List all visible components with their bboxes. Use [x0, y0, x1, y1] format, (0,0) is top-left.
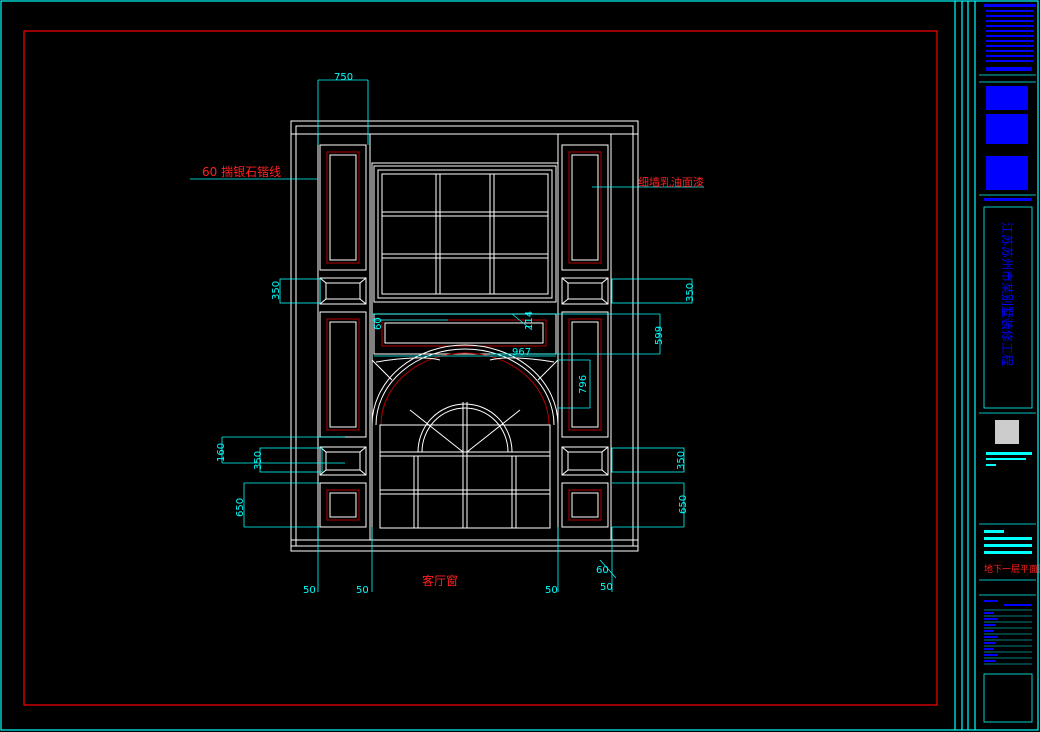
dim-bottom-50-1: 50 [303, 585, 316, 596]
dim-left-350-upper: 350 [271, 281, 282, 300]
dim-bottom-50-2: 50 [356, 585, 369, 596]
dim-right-350-upper: 350 [685, 283, 696, 302]
dim-right-650: 650 [678, 495, 689, 514]
title-block-bottom-box [983, 673, 1033, 723]
label-view-title: 客厅窗 [422, 573, 458, 588]
arched-window [371, 344, 559, 529]
dim-bottom-50-3: 50 [545, 585, 558, 596]
dim-left-350-lower: 350 [253, 451, 264, 470]
red-border [23, 30, 938, 706]
dimension-text: 750 350 350 60 114 599 967 796 160 350 3… [216, 72, 696, 596]
project-name: 江苏苏州市某别墅装修工程 [1000, 222, 1015, 366]
dim-bottom-50-4: 50 [600, 582, 613, 593]
cad-drawing-canvas: 750 350 350 60 114 599 967 796 160 350 3… [0, 0, 1040, 731]
dimension-lines [190, 79, 704, 592]
dim-160: 160 [216, 443, 227, 462]
dim-796: 796 [578, 375, 589, 394]
dim-599: 599 [654, 326, 665, 345]
dim-left-650: 650 [235, 498, 246, 517]
red-labels: 60 揣银石锴线 细墙乳油面漆 客厅窗 [202, 164, 704, 588]
window-elevation [290, 120, 639, 552]
title-block: 江苏苏州市某别墅装修工程 地下一层平面图 [979, 4, 1040, 723]
label-wall-paint: 细墙乳油面漆 [638, 175, 704, 189]
dim-top-width: 750 [334, 72, 353, 83]
title-block-text-lines [984, 4, 1036, 201]
dim-right-350-lower: 350 [676, 451, 687, 470]
title-block-table [984, 600, 1032, 662]
dim-114: 114 [524, 311, 535, 330]
dim-60: 60 [373, 317, 384, 330]
dim-bottom-60: 60 [596, 565, 609, 576]
drawing-name: 地下一层平面图 [984, 563, 1040, 575]
right-pilaster-panels [561, 144, 609, 528]
logo-square [995, 420, 1019, 444]
label-stone-line: 60 揣银石锴线 [202, 164, 281, 179]
dim-967: 967 [512, 347, 531, 358]
upper-window [373, 165, 557, 303]
left-pilaster-panels [319, 144, 367, 528]
